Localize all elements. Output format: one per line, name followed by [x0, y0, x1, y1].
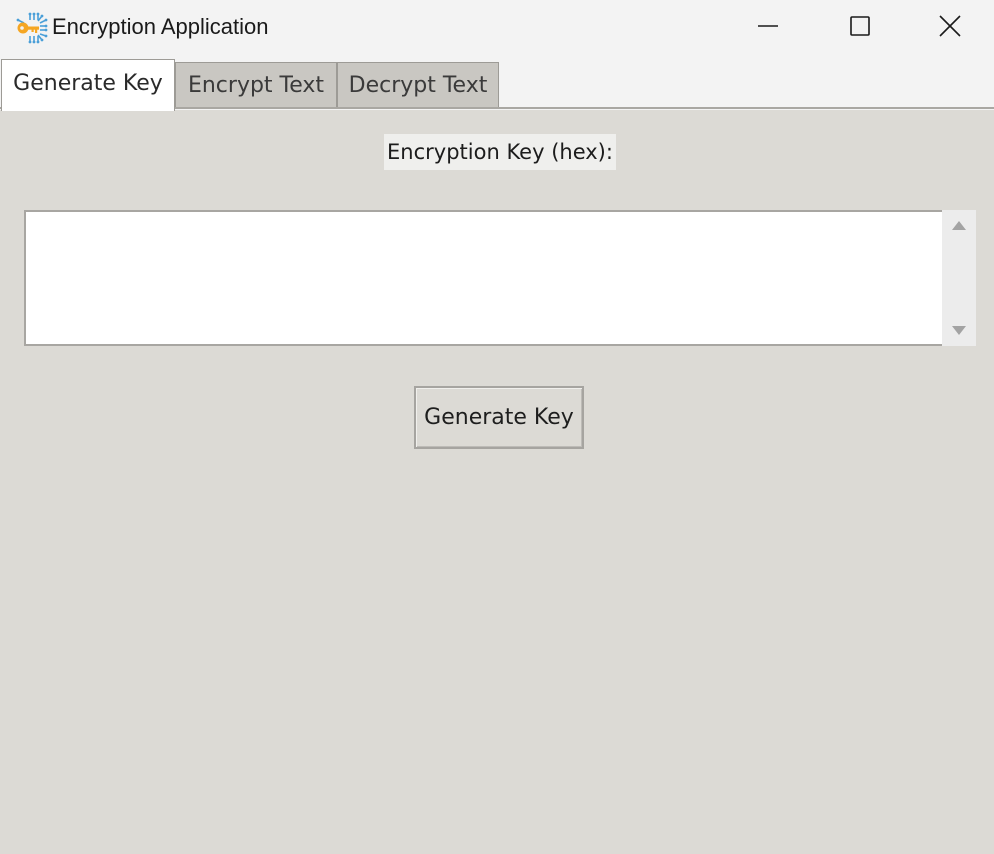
close-button[interactable]	[906, 0, 994, 52]
window-title: Encryption Application	[52, 14, 269, 39]
app-window: Encryption Application Generate Key Encr…	[0, 0, 994, 854]
minimize-icon	[757, 15, 779, 37]
maximize-button[interactable]	[814, 0, 906, 52]
minimize-button[interactable]	[722, 0, 814, 52]
encryption-key-textarea[interactable]	[24, 210, 942, 346]
key-circuit-icon	[16, 12, 48, 44]
key-textarea-scrollbar[interactable]	[942, 210, 976, 346]
close-icon	[939, 15, 961, 37]
tab-encrypt-text[interactable]: Encrypt Text	[175, 62, 337, 107]
encryption-key-label: Encryption Key (hex):	[384, 134, 616, 170]
generate-key-button[interactable]: Generate Key	[414, 386, 584, 449]
scroll-up-arrow-icon[interactable]	[951, 218, 967, 234]
tab-decrypt-text[interactable]: Decrypt Text	[337, 62, 499, 107]
tab-generate-key[interactable]: Generate Key	[1, 59, 175, 111]
title-bar[interactable]: Encryption Application	[0, 0, 994, 58]
maximize-icon	[849, 15, 871, 37]
scroll-down-arrow-icon[interactable]	[951, 322, 967, 338]
